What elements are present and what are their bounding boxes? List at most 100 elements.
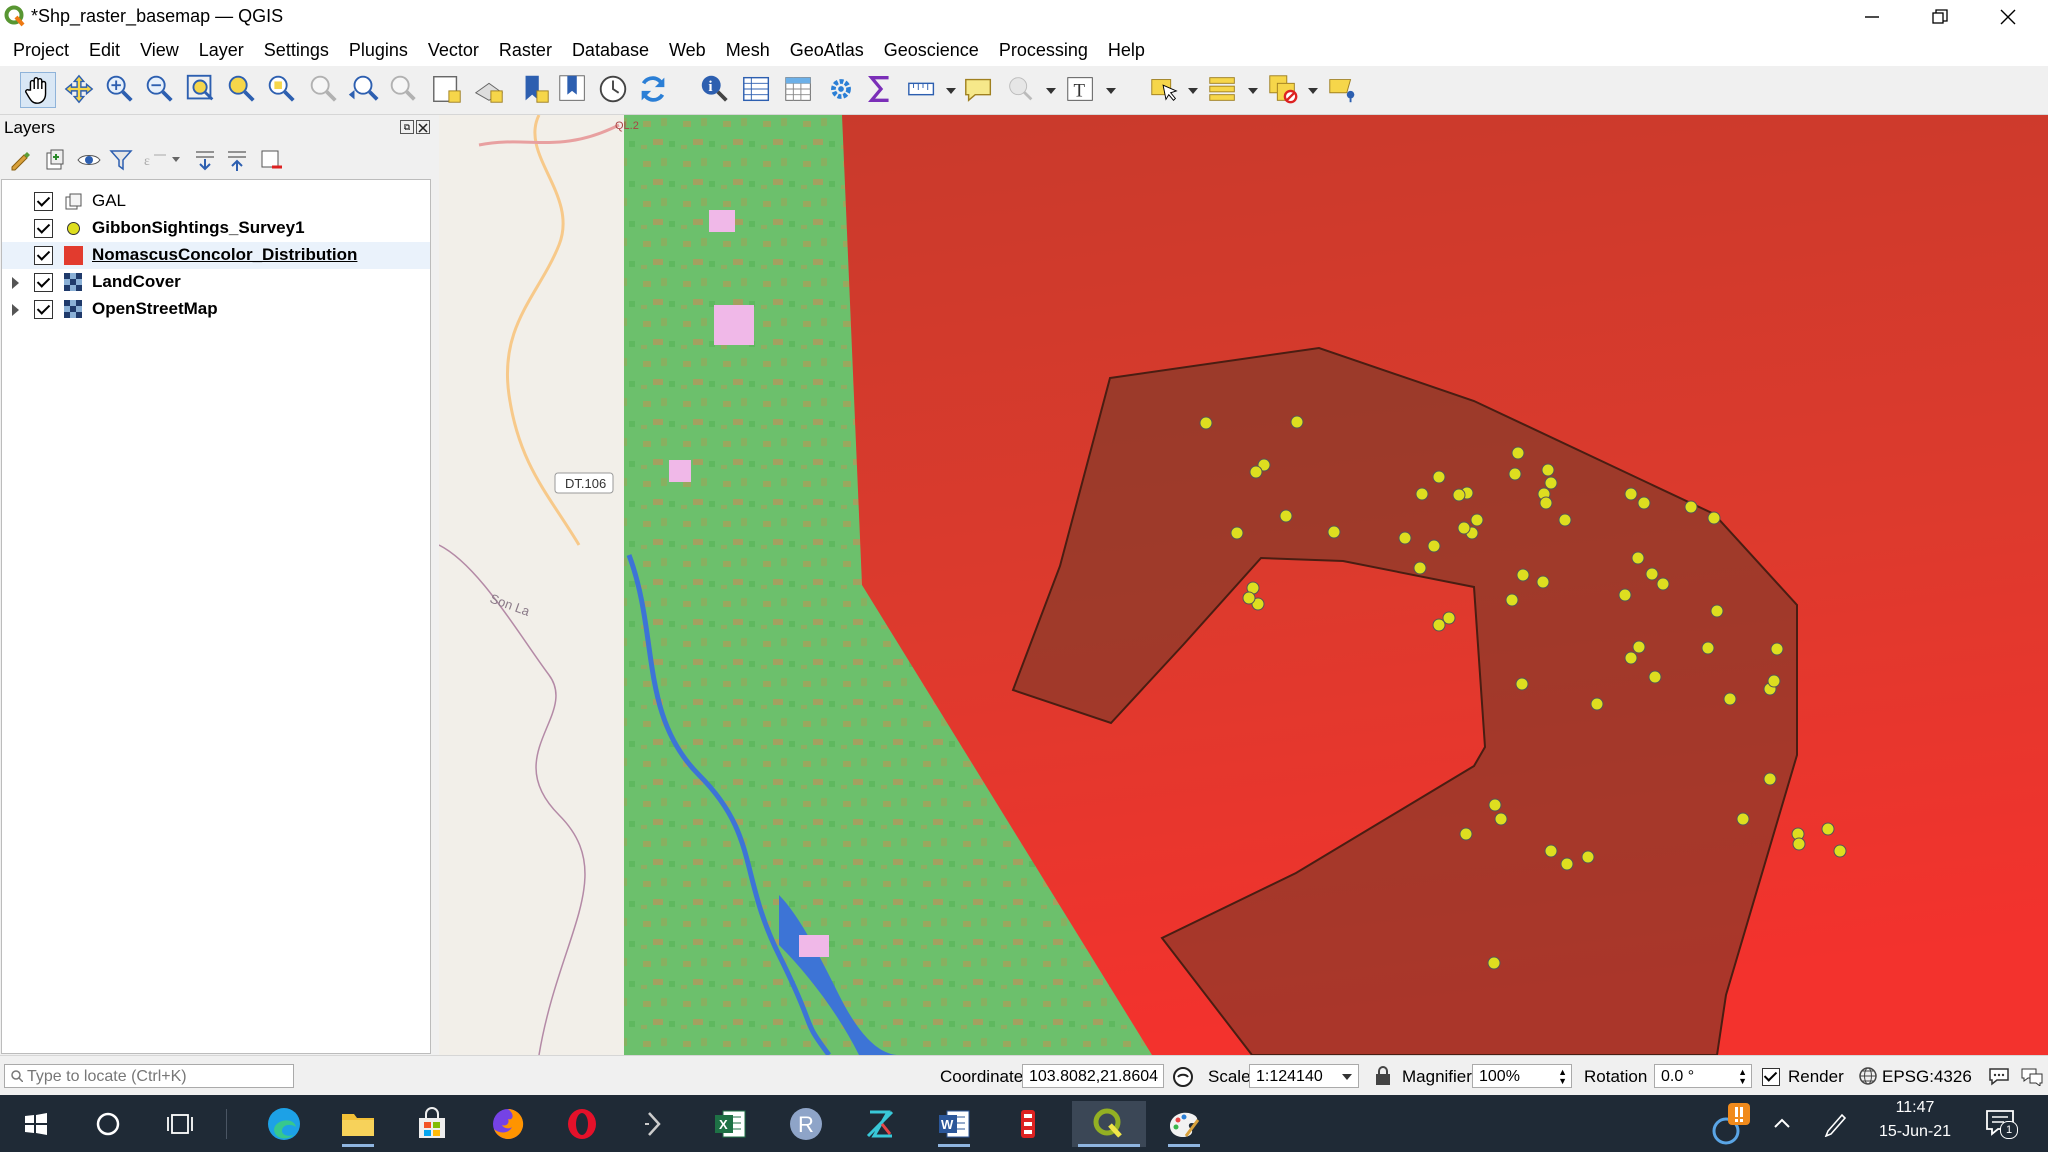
sighting-point[interactable] — [1488, 798, 1502, 812]
sighting-point[interactable] — [1427, 539, 1441, 553]
eye-icon[interactable] — [76, 147, 102, 173]
remove-layer-icon[interactable] — [258, 147, 284, 173]
magnifier-spinbox[interactable]: 100% ▲ ▼ — [1472, 1064, 1572, 1088]
sighting-point[interactable] — [1624, 651, 1638, 665]
style-manager-icon[interactable] — [8, 147, 34, 173]
sighting-point[interactable] — [1505, 593, 1519, 607]
zoom-out-button[interactable] — [142, 72, 178, 108]
layer-visibility-checkbox[interactable] — [34, 273, 53, 292]
sighting-point[interactable] — [1821, 822, 1835, 836]
minimize-button[interactable] — [1838, 0, 1906, 34]
menu-database[interactable]: Database — [564, 40, 657, 61]
sighting-point[interactable] — [1516, 568, 1530, 582]
sighting-point[interactable] — [1723, 692, 1737, 706]
sighting-point[interactable] — [1631, 551, 1645, 565]
layer-row-gal[interactable]: GAL — [2, 188, 430, 215]
deselect-features-button[interactable] — [1266, 72, 1302, 108]
measure-button[interactable] — [906, 72, 942, 108]
sighting-point[interactable] — [1618, 588, 1632, 602]
sighting-point[interactable] — [1327, 525, 1341, 539]
new-map-view-button[interactable] — [430, 72, 466, 108]
field-calculator-button[interactable] — [782, 72, 818, 108]
menu-layer[interactable]: Layer — [191, 40, 252, 61]
sighting-point[interactable] — [1470, 513, 1484, 527]
clock-date[interactable]: 15-Jun-21 — [1860, 1123, 1970, 1141]
sighting-point[interactable] — [1637, 496, 1651, 510]
pen-tray-button[interactable] — [1822, 1109, 1848, 1138]
pan-to-selection-button[interactable] — [62, 72, 98, 108]
sighting-point[interactable] — [1792, 837, 1806, 851]
sighting-point[interactable] — [1736, 812, 1750, 826]
sighting-point[interactable] — [1581, 850, 1595, 864]
select-features-button[interactable] — [1148, 72, 1184, 108]
sighting-point[interactable] — [1656, 577, 1670, 591]
tray-update-button[interactable] — [1708, 1101, 1750, 1147]
layer-visibility-checkbox[interactable] — [34, 192, 53, 211]
chevron-down-icon[interactable] — [1106, 88, 1116, 94]
chevron-down-icon[interactable] — [1046, 88, 1056, 94]
text-annotation-button[interactable]: T — [1064, 72, 1100, 108]
collapse-all-icon[interactable] — [224, 147, 250, 173]
zoom-in-button[interactable] — [102, 72, 138, 108]
sighting-point[interactable] — [1511, 446, 1525, 460]
sighting-point[interactable] — [1710, 604, 1724, 618]
show-bookmarks-button[interactable] — [556, 72, 592, 108]
sighting-point[interactable] — [1833, 844, 1847, 858]
sighting-point[interactable] — [1432, 618, 1446, 632]
menu-web[interactable]: Web — [661, 40, 714, 61]
scale-combo[interactable]: 1:124140 — [1249, 1064, 1359, 1088]
layer-row-landcover[interactable]: LandCover — [2, 269, 430, 296]
sighting-point[interactable] — [1398, 531, 1412, 545]
statistics-button[interactable] — [864, 72, 900, 108]
coordinate-field[interactable]: 103.8082,21.8604 — [1022, 1064, 1164, 1088]
add-group-icon[interactable] — [42, 147, 68, 173]
sighting-point[interactable] — [1624, 487, 1638, 501]
menu-project[interactable]: Project — [0, 40, 77, 61]
sighting-point[interactable] — [1452, 488, 1466, 502]
chevron-down-icon[interactable] — [172, 157, 180, 162]
menu-help[interactable]: Help — [1100, 40, 1153, 61]
layer-visibility-checkbox[interactable] — [34, 219, 53, 238]
sighting-point[interactable] — [1763, 772, 1777, 786]
close-panel-button[interactable] — [416, 120, 430, 134]
sighting-point[interactable] — [1541, 463, 1555, 477]
r-taskbar-button[interactable]: R — [776, 1101, 836, 1147]
close-button[interactable] — [1974, 0, 2042, 34]
layer-row-openstreetmap[interactable]: OpenStreetMap — [2, 296, 430, 323]
layer-visibility-checkbox[interactable] — [34, 246, 53, 265]
word-taskbar-button[interactable]: W — [924, 1101, 984, 1147]
rstudio-taskbar-button[interactable] — [850, 1101, 910, 1147]
map-render[interactable]: DT.106 Son La QL.2 — [439, 115, 2048, 1055]
sighting-point[interactable] — [1707, 511, 1721, 525]
zoom-full-button[interactable] — [184, 72, 220, 108]
chevron-down-icon[interactable] — [1188, 88, 1198, 94]
sighting-point[interactable] — [1413, 561, 1427, 575]
menu-raster[interactable]: Raster — [491, 40, 560, 61]
sighting-point[interactable] — [1767, 674, 1781, 688]
zoom-to-selection-button[interactable] — [224, 72, 260, 108]
expand-arrow-icon[interactable] — [12, 277, 19, 289]
layer-visibility-checkbox[interactable] — [34, 300, 53, 319]
edge-taskbar-button[interactable] — [254, 1101, 314, 1147]
menu-view[interactable]: View — [132, 40, 187, 61]
menu-geoatlas[interactable]: GeoAtlas — [782, 40, 872, 61]
attribute-table-button[interactable] — [740, 72, 776, 108]
sighting-point[interactable] — [1230, 526, 1244, 540]
select-by-location-button[interactable] — [1326, 72, 1362, 108]
sighting-point[interactable] — [1648, 670, 1662, 684]
clock-time[interactable]: 11:47 — [1860, 1099, 1970, 1117]
app-taskbar-button[interactable] — [998, 1101, 1058, 1147]
sighting-point[interactable] — [1415, 487, 1429, 501]
sighting-point[interactable] — [1684, 500, 1698, 514]
locator-search-input[interactable]: Type to locate (Ctrl+K) — [4, 1064, 294, 1088]
render-checkbox[interactable] — [1762, 1068, 1780, 1086]
menu-edit[interactable]: Edit — [81, 40, 128, 61]
action-center-button[interactable]: 1 — [1984, 1107, 2018, 1139]
sighting-point[interactable] — [1487, 956, 1501, 970]
zoom-native-button[interactable] — [306, 72, 342, 108]
sighting-point[interactable] — [1536, 575, 1550, 589]
annotation-tool-button[interactable] — [1004, 72, 1040, 108]
chevron-down-icon[interactable] — [1248, 88, 1258, 94]
sighting-point[interactable] — [1249, 465, 1263, 479]
sighting-point[interactable] — [1432, 470, 1446, 484]
